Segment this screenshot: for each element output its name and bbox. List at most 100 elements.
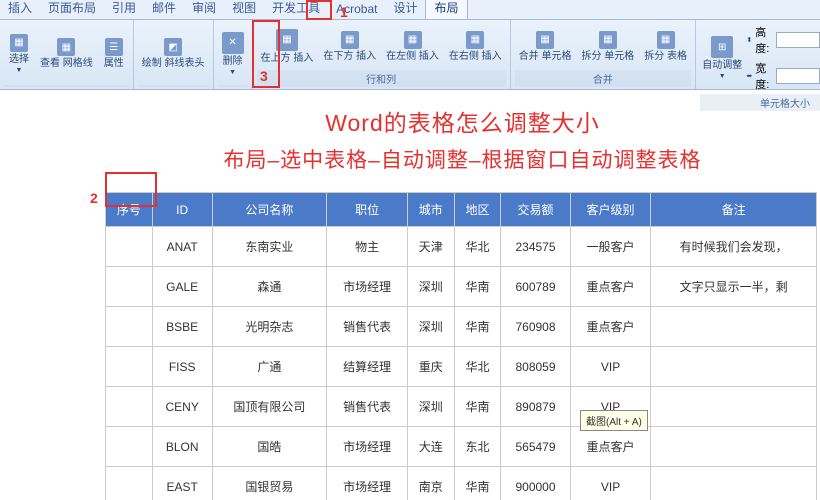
table-cell[interactable]: CENY — [152, 387, 212, 427]
table-cell[interactable]: 重点客户 — [570, 307, 651, 347]
table-cell[interactable]: 234575 — [501, 227, 570, 267]
table-cell[interactable]: 森通 — [212, 267, 327, 307]
table-cell[interactable]: 国顶有限公司 — [212, 387, 327, 427]
table-cell[interactable]: 深圳 — [407, 267, 454, 307]
tab-审阅[interactable]: 审阅 — [184, 0, 224, 19]
table-cell[interactable]: 760908 — [501, 307, 570, 347]
table-cell[interactable]: 808059 — [501, 347, 570, 387]
table-cell[interactable]: 有时候我们会发现， — [651, 227, 817, 267]
delete-button[interactable]: ✕删除▼ — [218, 22, 248, 85]
tab-bar: 插入页面布局引用邮件审阅视图开发工具Acrobat设计布局 — [0, 0, 820, 20]
tab-插入[interactable]: 插入 — [0, 0, 40, 19]
table-cell[interactable]: 国银贸易 — [212, 467, 327, 500]
table-row[interactable]: EAST国银贸易市场经理南京华南900000VIP — [106, 467, 817, 500]
insert-left-button[interactable]: ▦在左侧 插入 — [382, 22, 443, 70]
table-cell[interactable]: 市场经理 — [327, 427, 408, 467]
autofit-button[interactable]: ⊞自动调整▼ — [700, 22, 744, 94]
table-cell[interactable]: 华南 — [454, 307, 501, 347]
table-cell[interactable]: 市场经理 — [327, 467, 408, 500]
table-cell[interactable] — [106, 387, 153, 427]
tab-布局[interactable]: 布局 — [425, 0, 467, 19]
height-input[interactable] — [776, 32, 820, 48]
table-cell[interactable] — [106, 267, 153, 307]
table-row[interactable]: FISS广通结算经理重庆华北808059VIP — [106, 347, 817, 387]
table-cell[interactable]: 600789 — [501, 267, 570, 307]
table-cell[interactable]: 天津 — [407, 227, 454, 267]
table-cell[interactable]: VIP — [570, 347, 651, 387]
table-row[interactable]: ANAT东南实业物主天津华北234575一般客户有时候我们会发现， — [106, 227, 817, 267]
tab-Acrobat[interactable]: Acrobat — [328, 0, 385, 19]
table-cell[interactable]: BLON — [152, 427, 212, 467]
table-row[interactable]: CENY国顶有限公司销售代表深圳华南890879VIP — [106, 387, 817, 427]
table-cell[interactable]: 市场经理 — [327, 267, 408, 307]
table-cell[interactable]: 565479 — [501, 427, 570, 467]
table-cell[interactable]: 890879 — [501, 387, 570, 427]
select-button[interactable]: ▦选择▼ — [4, 22, 34, 85]
width-label: 宽度: — [755, 60, 773, 92]
table-cell[interactable]: FISS — [152, 347, 212, 387]
table-cell[interactable] — [651, 387, 817, 427]
table-cell[interactable]: 重点客户 — [570, 427, 651, 467]
table-cell[interactable] — [106, 227, 153, 267]
table-cell[interactable]: 重点客户 — [570, 267, 651, 307]
table-cell[interactable]: VIP — [570, 467, 651, 500]
table-cell[interactable] — [106, 467, 153, 500]
data-table[interactable]: 序号ID公司名称职位城市地区交易额客户级别备注 ANAT东南实业物主天津华北23… — [105, 192, 817, 500]
split-cells-button[interactable]: ▦拆分 单元格 — [577, 22, 638, 70]
table-row[interactable]: BLON国皓市场经理大连东北565479重点客户 — [106, 427, 817, 467]
table-cell[interactable]: EAST — [152, 467, 212, 500]
tab-引用[interactable]: 引用 — [104, 0, 144, 19]
width-input[interactable] — [776, 68, 820, 84]
table-cell[interactable]: 物主 — [327, 227, 408, 267]
table-cell[interactable]: GALE — [152, 267, 212, 307]
table-cell[interactable]: 一般客户 — [570, 227, 651, 267]
insert-below-button[interactable]: ▦在下方 插入 — [319, 22, 380, 70]
column-header: 备注 — [651, 193, 817, 227]
insert-above-button[interactable]: ▦在上方 插入 — [257, 22, 318, 70]
table-cell[interactable]: BSBE — [152, 307, 212, 347]
table-cell[interactable]: 深圳 — [407, 387, 454, 427]
table-cell[interactable] — [106, 307, 153, 347]
table-cell[interactable]: 销售代表 — [327, 307, 408, 347]
merge-cells-button[interactable]: ▦合并 单元格 — [515, 22, 576, 70]
table-cell[interactable]: 华南 — [454, 387, 501, 427]
table-cell[interactable]: 南京 — [407, 467, 454, 500]
gridlines-button[interactable]: ▦查看 网格线 — [36, 22, 97, 85]
table-cell[interactable]: 国皓 — [212, 427, 327, 467]
table-cell[interactable]: 结算经理 — [327, 347, 408, 387]
table-cell[interactable]: 东北 — [454, 427, 501, 467]
tab-邮件[interactable]: 邮件 — [144, 0, 184, 19]
table-cell[interactable] — [651, 427, 817, 467]
table-cell[interactable]: 广通 — [212, 347, 327, 387]
doc-subtitle: 布局–选中表格–自动调整–根据窗口自动调整表格 — [105, 144, 820, 174]
tab-设计[interactable]: 设计 — [385, 0, 425, 19]
column-header: ID — [152, 193, 212, 227]
properties-button[interactable]: ☰属性 — [99, 22, 129, 85]
insert-right-button[interactable]: ▦在右侧 插入 — [445, 22, 506, 70]
table-cell[interactable]: 华南 — [454, 267, 501, 307]
table-row[interactable]: GALE森通市场经理深圳华南600789重点客户文字只显示一半，剩 — [106, 267, 817, 307]
table-cell[interactable]: 华北 — [454, 347, 501, 387]
tab-页面布局[interactable]: 页面布局 — [40, 0, 104, 19]
table-cell[interactable] — [106, 347, 153, 387]
table-cell[interactable] — [651, 307, 817, 347]
table-cell[interactable]: 深圳 — [407, 307, 454, 347]
table-cell[interactable]: 华北 — [454, 227, 501, 267]
tab-视图[interactable]: 视图 — [224, 0, 264, 19]
table-cell[interactable] — [651, 347, 817, 387]
table-cell[interactable]: 重庆 — [407, 347, 454, 387]
table-cell[interactable] — [106, 427, 153, 467]
table-row[interactable]: BSBE光明杂志销售代表深圳华南760908重点客户 — [106, 307, 817, 347]
tab-开发工具[interactable]: 开发工具 — [264, 0, 328, 19]
table-cell[interactable]: 东南实业 — [212, 227, 327, 267]
table-cell[interactable]: 光明杂志 — [212, 307, 327, 347]
table-cell[interactable]: ANAT — [152, 227, 212, 267]
table-cell[interactable]: 销售代表 — [327, 387, 408, 427]
table-cell[interactable]: 文字只显示一半，剩 — [651, 267, 817, 307]
table-cell[interactable]: 大连 — [407, 427, 454, 467]
draw-diagonal-button[interactable]: ◩绘制 斜线表头 — [138, 22, 209, 85]
split-table-button[interactable]: ▦拆分 表格 — [640, 22, 691, 70]
table-cell[interactable]: 900000 — [501, 467, 570, 500]
table-cell[interactable]: 华南 — [454, 467, 501, 500]
table-cell[interactable] — [651, 467, 817, 500]
